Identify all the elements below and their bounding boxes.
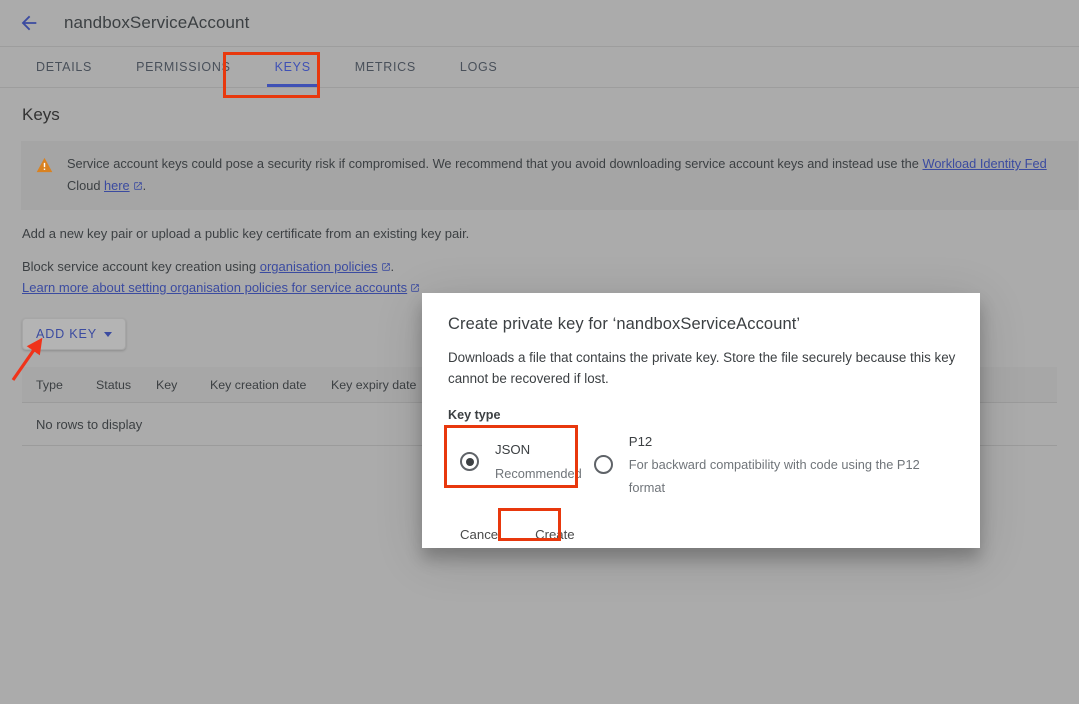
dialog-description: Downloads a file that contains the priva…: [448, 350, 956, 386]
create-button[interactable]: Create: [525, 520, 585, 549]
radio-p12-sublabel: For backward compatibility with code usi…: [628, 457, 920, 496]
radio-button-p12-icon[interactable]: [593, 455, 613, 475]
cancel-button[interactable]: Cancel: [450, 520, 511, 549]
radio-json-sublabel: Recommended: [495, 465, 582, 481]
radio-option-p12[interactable]: P12 For backward compatibility with code…: [582, 430, 954, 500]
key-type-radio-group: JSON Recommended P12 For backward compat…: [448, 430, 954, 500]
dialog-title: Create private key for ‘nandboxServiceAc…: [448, 315, 801, 333]
radio-option-json[interactable]: JSON Recommended: [448, 430, 582, 493]
radio-p12-texts: P12 For backward compatibility with code…: [629, 430, 954, 500]
radio-p12-label: P12: [628, 434, 653, 449]
create-private-key-dialog: Create private key for ‘nandboxServiceAc…: [422, 293, 980, 548]
key-type-label: Key type: [448, 408, 501, 422]
dialog-actions: Cancel Create: [448, 520, 954, 549]
radio-json-texts: JSON Recommended: [495, 438, 582, 484]
radio-button-json-icon[interactable]: [460, 452, 479, 471]
radio-json-label: JSON: [495, 442, 531, 458]
